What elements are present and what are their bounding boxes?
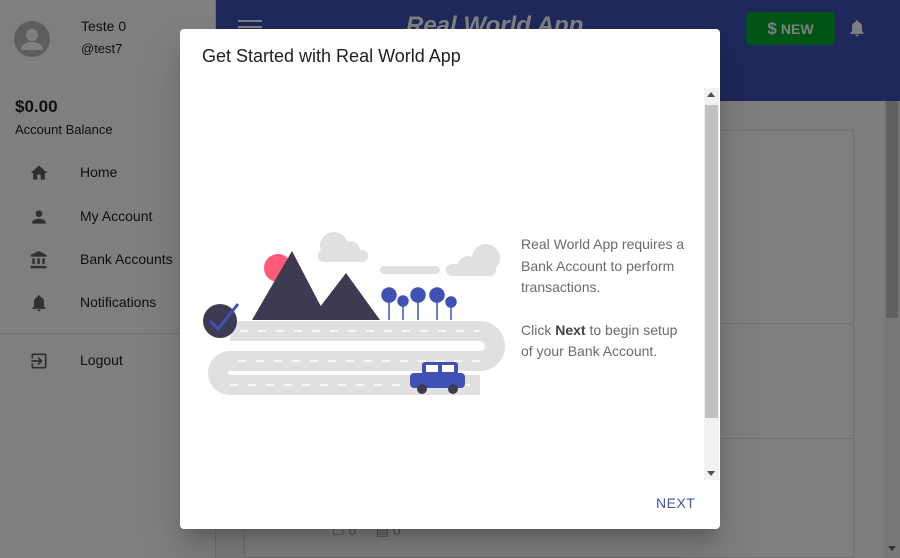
check-circle-icon xyxy=(203,304,237,338)
scroll-down-arrow-icon[interactable] xyxy=(888,546,896,551)
onboarding-illustration xyxy=(203,232,505,395)
dialog-content: Real World App requires a Bank Account t… xyxy=(180,86,720,482)
onboarding-message-line1: Real World App requires a Bank Account t… xyxy=(521,236,685,295)
onboarding-dialog: Get Started with Real World App Real Wor… xyxy=(180,29,720,529)
dialog-scrollbar[interactable] xyxy=(704,88,719,480)
tree-icon xyxy=(381,287,457,320)
onboarding-message: Real World App requires a Bank Account t… xyxy=(521,234,691,363)
dialog-scrollbar-thumb[interactable] xyxy=(705,105,718,418)
onboarding-message-line2: Click Next to begin setup of your Bank A… xyxy=(521,321,678,360)
mountain-icon xyxy=(252,251,328,320)
mountain-icon xyxy=(310,273,380,320)
cloud-icon xyxy=(318,232,500,276)
next-emphasis: Next xyxy=(555,321,586,338)
scroll-down-arrow-icon[interactable] xyxy=(707,471,715,476)
dialog-title: Get Started with Real World App xyxy=(202,46,461,66)
next-button[interactable]: NEXT xyxy=(656,495,695,511)
scroll-up-arrow-icon[interactable] xyxy=(707,92,715,97)
